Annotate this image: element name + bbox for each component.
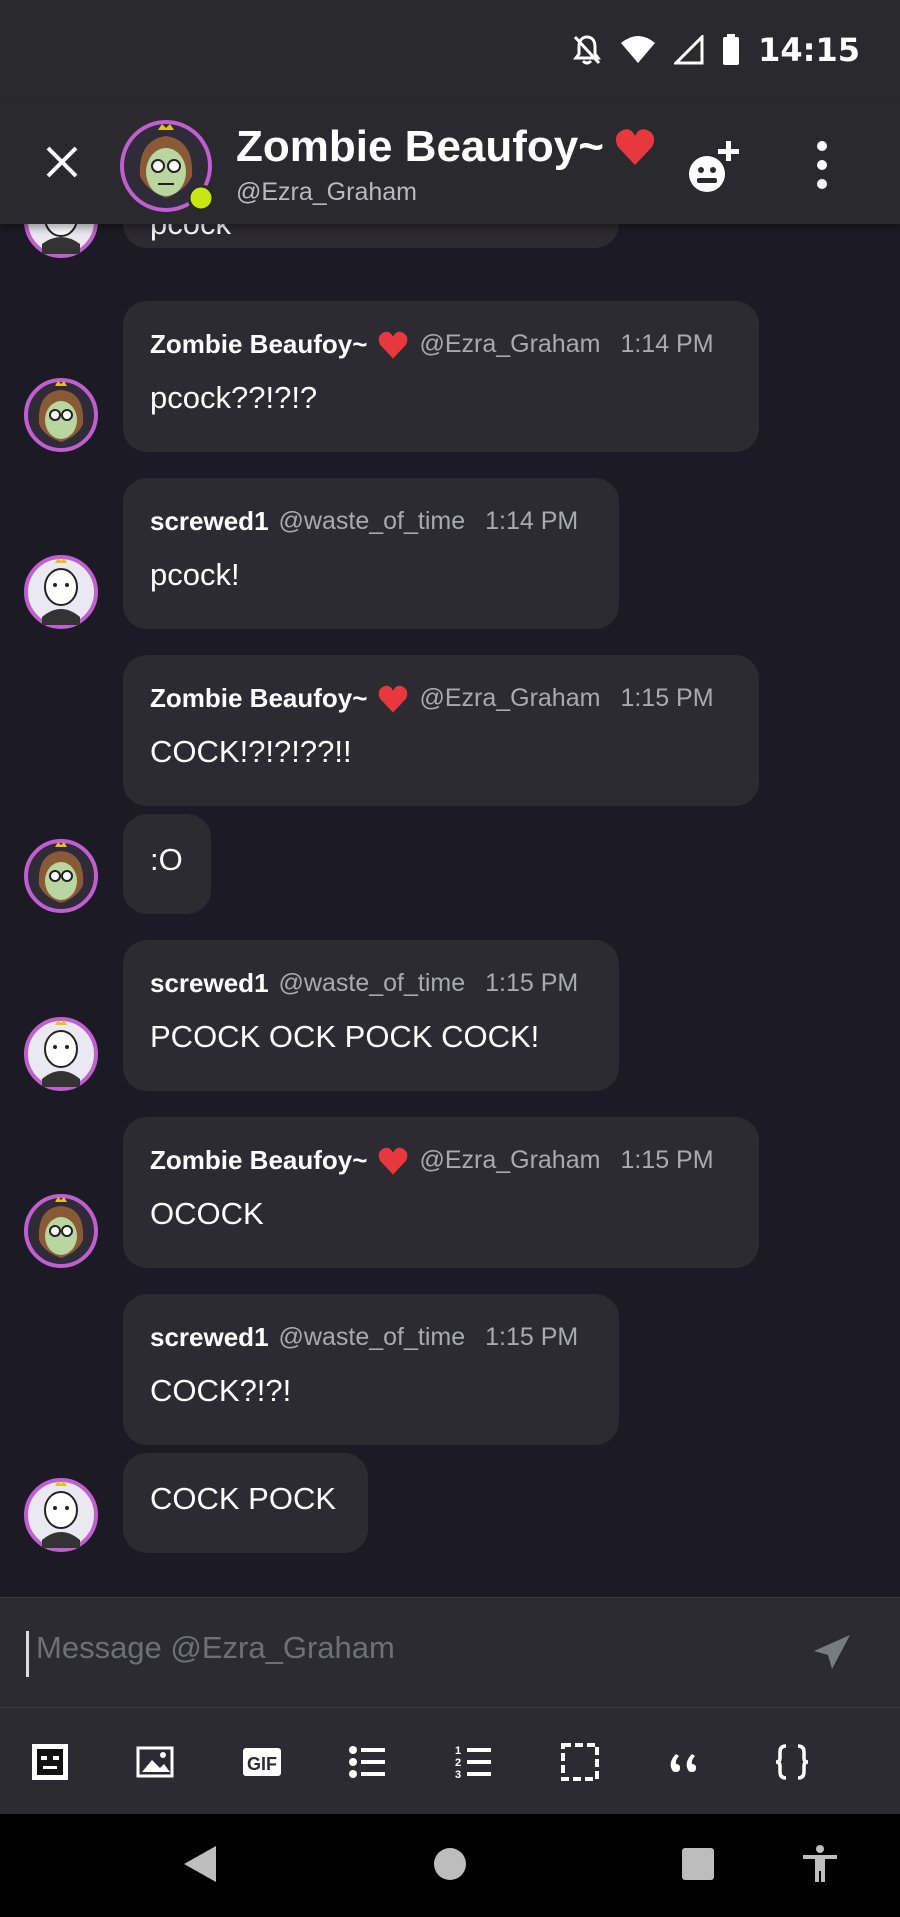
message-meta: Zombie Beaufoy~ @Ezra_Graham 1:15 PM <box>150 683 732 714</box>
message-list[interactable]: pcock Zombie Beaufoy~ @Ezra_Graham 1:14 … <box>0 224 900 1597</box>
author-name[interactable]: Zombie Beaufoy~ <box>150 1145 367 1176</box>
text-cursor <box>26 1631 29 1677</box>
message-bubble[interactable]: screwed1 @waste_of_time 1:14 PM pcock! <box>123 478 619 629</box>
author-name[interactable]: Zombie Beaufoy~ <box>150 329 367 360</box>
chat-header: Zombie Beaufoy~ @Ezra_Graham <box>0 100 900 224</box>
spoiler-icon[interactable] <box>560 1742 600 1782</box>
message-bubble[interactable]: pcock <box>123 224 619 248</box>
page-title: Zombie Beaufoy~ <box>236 122 604 171</box>
svg-text:2: 2 <box>455 1757 461 1769</box>
back-icon[interactable] <box>180 1844 220 1884</box>
timestamp: 1:15 PM <box>620 684 714 712</box>
formatting-toolbar: GIF 1 2 3 <box>0 1707 900 1815</box>
message-text: COCK?!?! <box>150 1373 292 1408</box>
message-bubble[interactable]: Zombie Beaufoy~ @Ezra_Graham 1:15 PM COC… <box>123 655 759 806</box>
message-bubble[interactable]: screwed1 @waste_of_time 1:15 PM COCK?!?! <box>123 1294 619 1445</box>
message-text: PCOCK OCK POCK COCK! <box>150 1019 540 1054</box>
author-handle: @Ezra_Graham <box>419 1146 601 1174</box>
avatar[interactable] <box>24 224 98 258</box>
heart-icon <box>379 685 408 712</box>
home-icon[interactable] <box>430 1844 470 1884</box>
author-handle: @waste_of_time <box>278 507 466 535</box>
recents-icon[interactable] <box>678 1844 718 1884</box>
heart-icon <box>379 331 408 358</box>
send-icon[interactable] <box>810 1631 854 1675</box>
signal-icon <box>674 35 704 65</box>
sticker-icon[interactable] <box>30 1742 70 1782</box>
author-name[interactable]: screwed1 <box>150 968 269 999</box>
page-title-row: Zombie Beaufoy~ <box>236 122 656 172</box>
battery-icon <box>723 34 740 65</box>
code-block-icon[interactable] <box>772 1742 812 1782</box>
author-name[interactable]: screwed1 <box>150 506 269 537</box>
image-icon[interactable] <box>136 1742 176 1782</box>
message-meta: screwed1 @waste_of_time 1:15 PM <box>150 1322 592 1353</box>
timestamp: 1:15 PM <box>620 1146 714 1174</box>
message-text: pcock! <box>150 557 240 592</box>
message-text: OCOCK <box>150 1196 264 1231</box>
more-options-icon[interactable] <box>808 140 836 190</box>
close-icon[interactable] <box>40 140 84 184</box>
svg-text:GIF: GIF <box>247 1754 277 1774</box>
avatar[interactable] <box>24 378 98 452</box>
avatar[interactable] <box>24 1478 98 1552</box>
message-meta: Zombie Beaufoy~ @Ezra_Graham 1:15 PM <box>150 1145 732 1176</box>
message-meta: screwed1 @waste_of_time 1:15 PM <box>150 968 592 999</box>
timestamp: 1:14 PM <box>485 507 579 535</box>
message-text: COCK POCK <box>150 1481 337 1516</box>
message-text: pcock??!?!? <box>150 380 318 415</box>
message-composer: Message @Ezra_Graham <box>0 1597 900 1708</box>
timestamp: 1:15 PM <box>485 1323 579 1351</box>
message-bubble[interactable]: :O <box>123 814 211 914</box>
accessibility-icon[interactable] <box>800 1844 840 1884</box>
title-block: Zombie Beaufoy~ @Ezra_Graham <box>236 122 656 207</box>
avatar[interactable] <box>24 555 98 629</box>
gif-icon[interactable]: GIF <box>242 1742 282 1782</box>
timestamp: 1:14 PM <box>620 330 714 358</box>
message-bubble[interactable]: Zombie Beaufoy~ @Ezra_Graham 1:15 PM OCO… <box>123 1117 759 1268</box>
status-time: 14:15 <box>758 31 860 69</box>
status-bar: 14:15 <box>0 0 900 100</box>
author-handle: @waste_of_time <box>278 1323 466 1351</box>
avatar[interactable] <box>24 1017 98 1091</box>
status-icons: 14:15 <box>572 28 860 72</box>
svg-text:3: 3 <box>455 1769 461 1781</box>
add-friend-icon[interactable] <box>685 136 745 196</box>
timestamp: 1:15 PM <box>485 969 579 997</box>
author-handle: @waste_of_time <box>278 969 466 997</box>
notifications-off-icon <box>573 35 602 65</box>
heart-icon <box>379 1147 408 1174</box>
message-bubble[interactable]: screwed1 @waste_of_time 1:15 PM PCOCK OC… <box>123 940 619 1091</box>
numbered-list-icon[interactable]: 1 2 3 <box>454 1742 494 1782</box>
message-text: pcock <box>150 224 592 242</box>
quote-icon[interactable] <box>666 1742 706 1782</box>
avatar[interactable] <box>24 1194 98 1268</box>
message-bubble[interactable]: Zombie Beaufoy~ @Ezra_Graham 1:14 PM pco… <box>123 301 759 452</box>
message-meta: Zombie Beaufoy~ @Ezra_Graham 1:14 PM <box>150 329 732 360</box>
author-name[interactable]: screwed1 <box>150 1322 269 1353</box>
online-status-icon <box>188 185 214 211</box>
author-handle: @Ezra_Graham <box>419 684 601 712</box>
message-meta: screwed1 @waste_of_time 1:14 PM <box>150 506 592 537</box>
message-input[interactable]: Message @Ezra_Graham <box>36 1630 395 1666</box>
heart-icon <box>615 129 655 165</box>
author-name[interactable]: Zombie Beaufoy~ <box>150 683 367 714</box>
message-text: COCK!?!?!??!! <box>150 734 352 769</box>
wifi-icon <box>621 36 656 63</box>
bulleted-list-icon[interactable] <box>348 1742 388 1782</box>
message-bubble[interactable]: COCK POCK <box>123 1453 368 1553</box>
avatar[interactable] <box>24 839 98 913</box>
navigation-bar <box>0 1814 900 1917</box>
svg-text:1: 1 <box>455 1745 461 1757</box>
author-handle: @Ezra_Graham <box>419 330 601 358</box>
page-subtitle: @Ezra_Graham <box>236 178 417 206</box>
message-text: :O <box>150 842 183 877</box>
